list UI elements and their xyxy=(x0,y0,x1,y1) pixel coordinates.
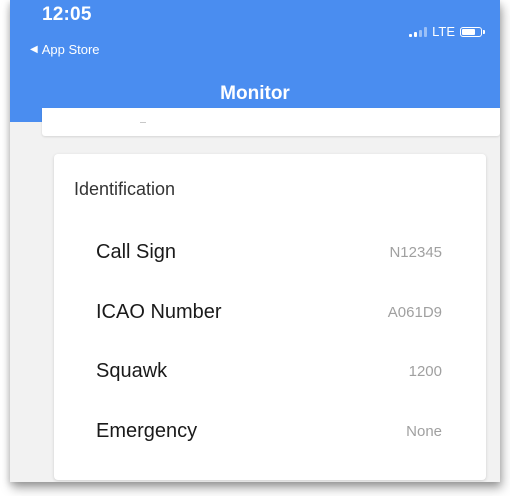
row-label: Squawk xyxy=(96,359,168,382)
emergency-value: None xyxy=(406,422,442,440)
battery-icon xyxy=(460,26,485,37)
phone-screen: 12:05 ◀ App Store LTE Monitor Identifica… xyxy=(10,0,500,482)
emergency-row: Emergency None xyxy=(96,416,442,446)
previous-card-fragment xyxy=(140,122,146,123)
page-title: Monitor xyxy=(220,83,290,104)
network-type: LTE xyxy=(432,24,455,39)
row-label: Emergency xyxy=(96,419,198,442)
previous-card-bottom xyxy=(42,108,500,136)
section-title: Identification xyxy=(74,179,176,199)
back-to-app-store[interactable]: ◀ App Store xyxy=(30,42,100,57)
back-arrow-icon: ◀ xyxy=(30,43,38,55)
row-label: ICAO Number xyxy=(96,300,222,323)
icao-number-value: A061D9 xyxy=(387,303,442,321)
call-sign-row: Call Sign N12345 xyxy=(96,237,442,267)
status-time: 12:05 xyxy=(42,4,92,25)
icao-number-row: ICAO Number A061D9 xyxy=(96,297,442,327)
squawk-value: 1200 xyxy=(408,362,442,380)
row-label: Call Sign xyxy=(96,240,177,263)
identification-card: Identification Call Sign N12345 ICAO Num… xyxy=(54,154,486,480)
back-label: App Store xyxy=(41,42,100,57)
status-indicators: LTE xyxy=(409,24,485,39)
cellular-signal-icon xyxy=(409,26,428,37)
call-sign-value: N12345 xyxy=(389,243,442,261)
header-bar: 12:05 ◀ App Store LTE Monitor xyxy=(10,0,500,122)
squawk-row: Squawk 1200 xyxy=(96,356,442,386)
